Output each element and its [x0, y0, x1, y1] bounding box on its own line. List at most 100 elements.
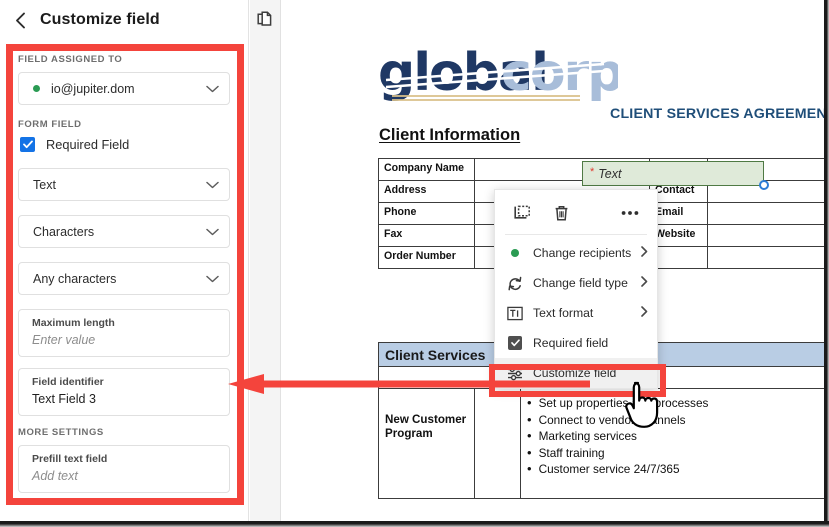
- list-item: • Set up properties and processes: [527, 395, 824, 412]
- required-field-checkbox-row[interactable]: Required Field: [20, 137, 230, 152]
- menu-item-label: Text format: [533, 306, 594, 320]
- chevron-down-icon: [206, 181, 219, 189]
- menu-item-label: Required field: [533, 336, 609, 350]
- window-frame-bottom: [0, 521, 829, 527]
- change-field-type-icon: [506, 276, 524, 291]
- cell-label2: Email: [649, 202, 708, 225]
- field-identifier-value: Text Field 3: [32, 392, 96, 406]
- window-frame-right: [824, 0, 829, 527]
- field-type-value: Text: [33, 177, 56, 192]
- back-chevron-icon[interactable]: [12, 11, 28, 29]
- cell-label: Phone: [378, 202, 475, 225]
- field-identifier-input[interactable]: Field identifier Text Field 3: [18, 368, 230, 416]
- services-bullet-list: • Set up properties and processes • Connec…: [527, 395, 824, 478]
- checkbox-checked-icon[interactable]: [20, 137, 35, 152]
- character-rule-select[interactable]: Any characters: [18, 262, 230, 295]
- menu-item-label: Change recipients: [533, 246, 632, 260]
- context-menu-toolbar: [495, 196, 657, 230]
- menu-item-label: Customize field: [533, 366, 617, 380]
- sliders-icon: [506, 366, 524, 381]
- maximum-length-placeholder: Enter value: [32, 333, 96, 347]
- list-item-text: Connect to vendor channels: [538, 412, 686, 427]
- client-information-heading: Client Information: [379, 126, 521, 144]
- menu-item-required-field[interactable]: Required field: [495, 328, 657, 358]
- left-tool-rail: [250, 0, 281, 521]
- chevron-right-icon: [641, 246, 648, 260]
- menu-item-change-recipients[interactable]: Change recipients: [495, 238, 657, 268]
- list-item: • Staff training: [527, 445, 824, 462]
- cell-value2[interactable]: [707, 246, 824, 269]
- menu-item-label: Change field type: [533, 276, 628, 290]
- bullet-icon: •: [527, 411, 532, 427]
- cell-label: Address: [378, 180, 475, 203]
- chevron-right-icon: [641, 276, 648, 290]
- bullet-icon: •: [527, 444, 532, 460]
- cell-value2[interactable]: [707, 224, 824, 247]
- customize-field-panel: Customize field FIELD ASSIGNED TO io@jup…: [0, 0, 249, 521]
- delete-icon[interactable]: [550, 205, 572, 222]
- context-menu-divider: [505, 234, 647, 235]
- form-field-label: FORM FIELD: [18, 119, 82, 130]
- screenshot-root: Customize field FIELD ASSIGNED TO io@jup…: [0, 0, 829, 527]
- pages-thumbnail-icon[interactable]: [255, 9, 275, 29]
- recipient-dot-icon: [506, 249, 524, 257]
- more-options-icon[interactable]: [619, 210, 641, 216]
- services-body-row: New Customer Program • Set up properties …: [378, 389, 824, 499]
- more-settings-label: MORE SETTINGS: [18, 427, 104, 438]
- services-spacer-cell: [475, 389, 521, 498]
- prefill-text-label: Prefill text field: [32, 453, 108, 465]
- list-item: • Marketing services: [527, 428, 824, 445]
- field-resize-handle[interactable]: [759, 180, 769, 190]
- form-field-placeholder: Text: [598, 166, 622, 181]
- menu-item-customize-field[interactable]: Customize field: [495, 358, 657, 388]
- format-unit-value: Characters: [33, 224, 95, 239]
- maximum-length-label: Maximum length: [32, 317, 115, 329]
- list-item: • Connect to vendor channels: [527, 412, 824, 429]
- cell-value2[interactable]: [707, 202, 824, 225]
- client-services-heading: Client Services: [385, 346, 486, 363]
- checkbox-checked-icon: [506, 336, 524, 350]
- bullet-icon: •: [527, 461, 532, 477]
- list-item-text: Customer service 24/7/365: [538, 462, 680, 477]
- agreement-title: CLIENT SERVICES AGREEMENT: [610, 106, 824, 122]
- list-item-text: Staff training: [538, 445, 605, 460]
- assignee-value: io@jupiter.dom: [51, 81, 135, 96]
- active-text-form-field[interactable]: * Text: [582, 161, 764, 186]
- list-item-text: Set up properties and processes: [538, 396, 709, 410]
- character-rule-value: Any characters: [33, 271, 117, 286]
- assignee-select[interactable]: io@jupiter.dom: [18, 72, 230, 105]
- text-format-icon: [506, 306, 524, 321]
- panel-header: Customize field: [0, 0, 248, 40]
- list-item: • Customer service 24/7/365: [527, 461, 824, 478]
- chevron-down-icon: [206, 275, 219, 283]
- chevron-down-icon: [206, 85, 219, 93]
- services-bullet-cell: • Set up properties and processes • Connec…: [521, 389, 824, 498]
- duplicate-icon[interactable]: [511, 205, 533, 221]
- globalcorp-logo: global corp: [378, 43, 624, 106]
- menu-item-text-format[interactable]: Text format: [495, 298, 657, 328]
- required-asterisk-icon: *: [590, 165, 595, 178]
- field-type-select[interactable]: Text: [18, 168, 230, 201]
- panel-body: FIELD ASSIGNED TO io@jupiter.dom FORM FI…: [0, 40, 248, 493]
- field-identifier-label: Field identifier: [32, 376, 104, 388]
- field-assigned-to-label: FIELD ASSIGNED TO: [18, 54, 123, 65]
- panel-title: Customize field: [40, 11, 160, 28]
- cell-label2: Website: [649, 224, 708, 247]
- assignee-status-dot-icon: [33, 85, 40, 92]
- field-context-menu[interactable]: Change recipients Change field type Text…: [494, 189, 658, 389]
- cell-label: Company Name: [378, 158, 475, 181]
- format-unit-select[interactable]: Characters: [18, 215, 230, 248]
- cell-label: Fax: [378, 224, 475, 247]
- chevron-down-icon: [206, 228, 219, 236]
- bullet-icon: •: [527, 395, 532, 410]
- prefill-text-input[interactable]: Prefill text field Add text: [18, 445, 230, 493]
- cell-label: Order Number: [378, 246, 475, 269]
- chevron-right-icon: [641, 306, 648, 320]
- required-field-label: Required Field: [46, 137, 130, 152]
- prefill-text-placeholder: Add text: [32, 469, 78, 483]
- cell-label2: [649, 246, 708, 269]
- maximum-length-input[interactable]: Maximum length Enter value: [18, 309, 230, 357]
- menu-item-change-field-type[interactable]: Change field type: [495, 268, 657, 298]
- services-row-label: New Customer Program: [379, 389, 475, 498]
- list-item-text: Marketing services: [538, 429, 637, 444]
